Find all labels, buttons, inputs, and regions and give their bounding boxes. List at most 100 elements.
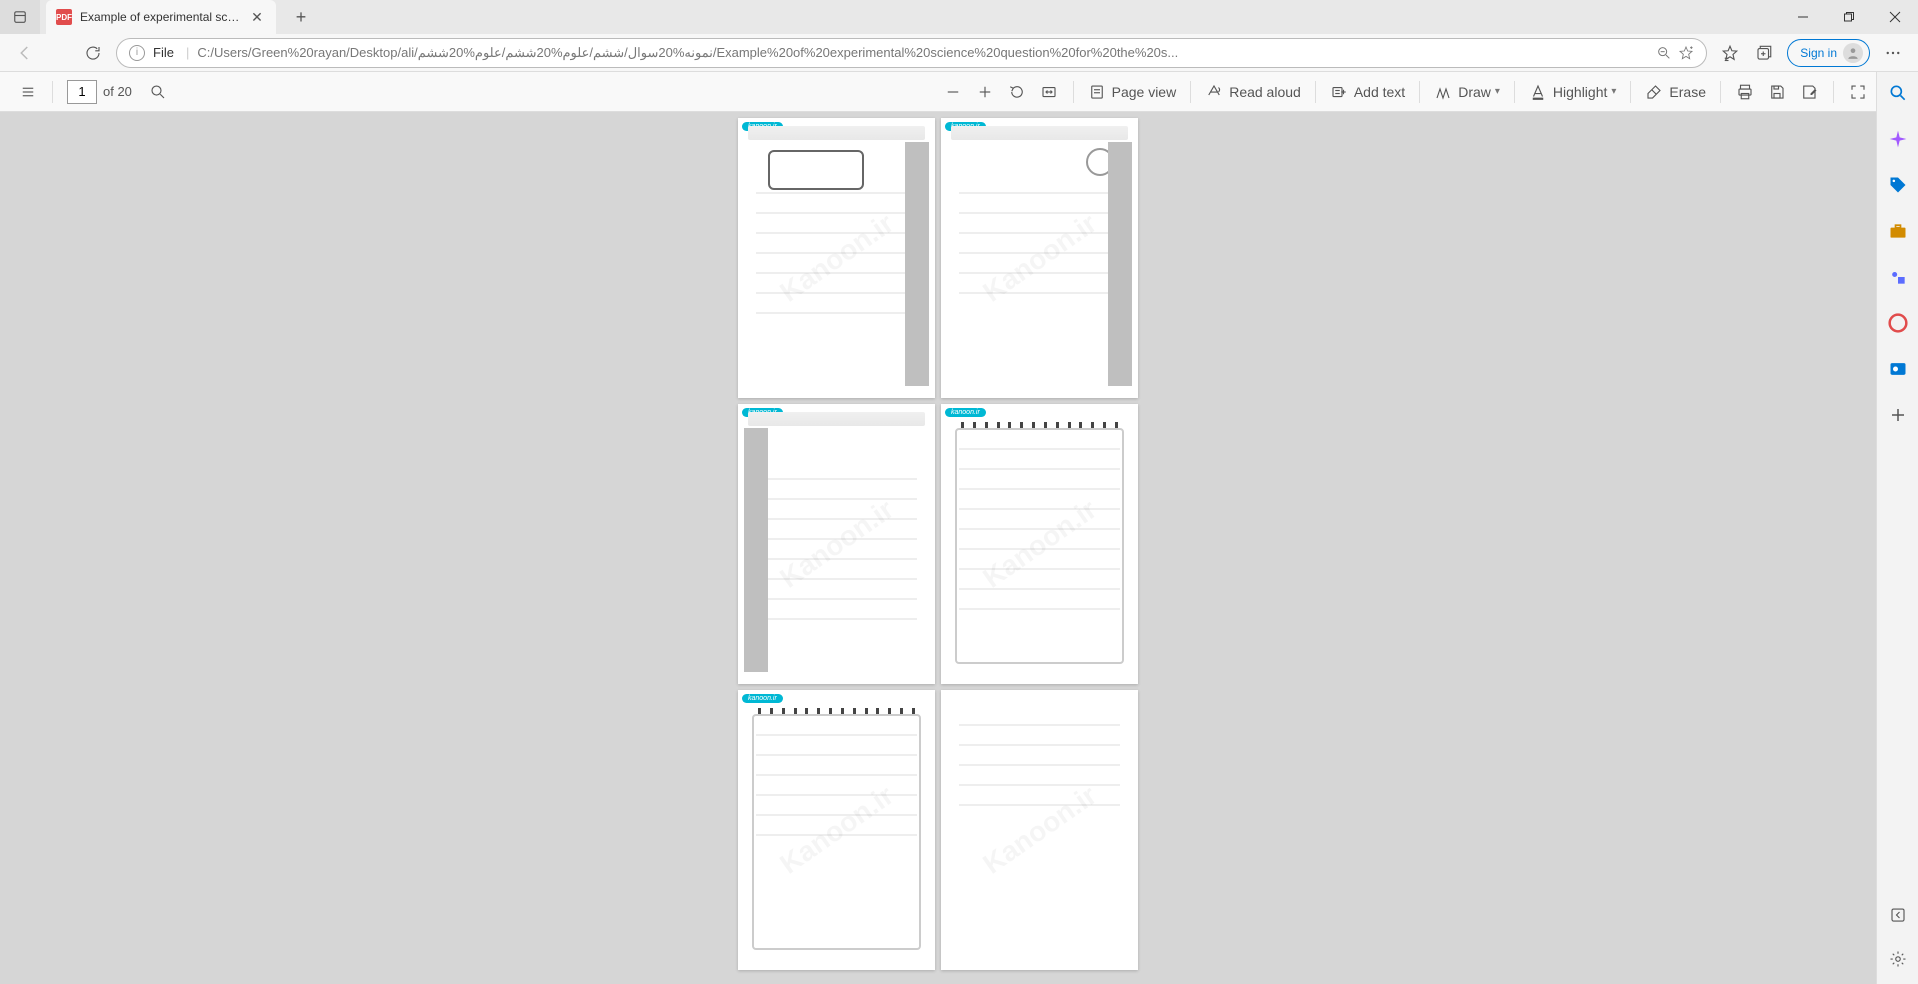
- maximize-icon: [1843, 11, 1855, 23]
- page-grid: kanoon.ir Kanoon.ir kanoon.ir Kanoon.ir …: [738, 118, 1138, 970]
- url-omnibox[interactable]: i File | C:/Users/Green%20rayan/Desktop/…: [116, 38, 1707, 68]
- pdf-toolbar: of 20 Page view Read aloud Add text Draw…: [0, 72, 1918, 112]
- chevron-down-icon[interactable]: ▾: [1495, 86, 1500, 97]
- favorite-icon[interactable]: [1678, 45, 1694, 61]
- draw-button[interactable]: Draw▾: [1428, 76, 1506, 108]
- save-as-icon: [1800, 83, 1818, 101]
- new-tab-button[interactable]: +: [286, 2, 316, 32]
- search-icon: [149, 83, 167, 101]
- separator: [1514, 81, 1515, 103]
- draw-icon: [1434, 83, 1452, 101]
- pdf-page[interactable]: kanoon.ir Kanoon.ir: [941, 118, 1138, 398]
- maximize-button[interactable]: [1826, 0, 1872, 34]
- separator: [1720, 81, 1721, 103]
- avatar-icon: [1843, 43, 1863, 63]
- highlight-button[interactable]: Highlight ▾: [1523, 76, 1623, 108]
- close-tab-button[interactable]: ✕: [248, 8, 266, 26]
- save-button[interactable]: [1761, 76, 1793, 108]
- hamburger-icon: [19, 83, 37, 101]
- signin-label: Sign in: [1800, 46, 1837, 60]
- sidebar-discover-button[interactable]: [1885, 126, 1911, 152]
- sidebar-search-button[interactable]: [1885, 80, 1911, 106]
- add-text-button[interactable]: Add text: [1324, 76, 1411, 108]
- highlight-label: Highlight: [1553, 84, 1607, 100]
- add-text-label: Add text: [1354, 84, 1405, 100]
- refresh-button[interactable]: [76, 38, 110, 68]
- plus-icon: [1889, 406, 1907, 424]
- url-path: C:/Users/Green%20rayan/Desktop/ali/نمونه…: [197, 45, 1648, 61]
- page-view-button[interactable]: Page view: [1082, 76, 1183, 108]
- sidebar-outlook-button[interactable]: [1885, 356, 1911, 382]
- separator: [1833, 81, 1834, 103]
- separator: [1419, 81, 1420, 103]
- zoom-out-button[interactable]: [937, 76, 969, 108]
- zoom-indicator-icon[interactable]: [1656, 45, 1672, 61]
- fullscreen-icon: [1849, 83, 1867, 101]
- source-badge: kanoon.ir: [742, 694, 783, 703]
- page-view-icon: [1088, 83, 1106, 101]
- pdf-page[interactable]: kanoon.ir Kanoon.ir: [738, 690, 935, 970]
- collections-icon: [1755, 44, 1773, 62]
- close-window-button[interactable]: [1872, 0, 1918, 34]
- find-button[interactable]: [142, 76, 174, 108]
- edge-sidebar: [1876, 72, 1918, 984]
- sidebar-collapse-button[interactable]: [1885, 902, 1911, 928]
- sidebar-games-button[interactable]: [1885, 264, 1911, 290]
- more-menu-button[interactable]: [1876, 38, 1910, 68]
- address-bar: i File | C:/Users/Green%20rayan/Desktop/…: [0, 34, 1918, 72]
- separator: [1630, 81, 1631, 103]
- read-aloud-label: Read aloud: [1229, 84, 1301, 100]
- zoom-in-button[interactable]: [969, 76, 1001, 108]
- office-icon: [1888, 313, 1908, 333]
- back-icon: [16, 44, 34, 62]
- collections-button[interactable]: [1747, 38, 1781, 68]
- erase-button[interactable]: Erase: [1639, 76, 1712, 108]
- minus-icon: [944, 83, 962, 101]
- sidebar-settings-button[interactable]: [1885, 946, 1911, 972]
- sidebar-office-button[interactable]: [1885, 310, 1911, 336]
- erase-label: Erase: [1669, 84, 1706, 100]
- gear-icon: [1889, 950, 1907, 968]
- info-icon[interactable]: i: [129, 45, 145, 61]
- tab-actions-button[interactable]: [0, 0, 40, 34]
- save-icon: [1768, 83, 1786, 101]
- rotate-button[interactable]: [1001, 76, 1033, 108]
- signin-button[interactable]: Sign in: [1787, 39, 1870, 67]
- titlebar: PDF Example of experimental science ✕ +: [0, 0, 1918, 34]
- print-icon: [1736, 83, 1754, 101]
- sidebar-shopping-button[interactable]: [1885, 172, 1911, 198]
- window-controls: [1780, 0, 1918, 34]
- favorites-button[interactable]: [1713, 38, 1747, 68]
- plus-icon: [976, 83, 994, 101]
- separator: [52, 81, 53, 103]
- print-button[interactable]: [1729, 76, 1761, 108]
- back-button[interactable]: [8, 38, 42, 68]
- outlook-icon: [1888, 359, 1908, 379]
- tag-icon: [1888, 175, 1908, 195]
- minimize-icon: [1797, 11, 1809, 23]
- page-view-label: Page view: [1112, 84, 1177, 100]
- chevron-down-icon[interactable]: ▾: [1611, 86, 1616, 97]
- add-text-icon: [1330, 83, 1348, 101]
- minimize-button[interactable]: [1780, 0, 1826, 34]
- separator: [1190, 81, 1191, 103]
- pdf-page[interactable]: Kanoon.ir: [941, 690, 1138, 970]
- pdf-page[interactable]: kanoon.ir Kanoon.ir: [738, 118, 935, 398]
- save-as-button[interactable]: [1793, 76, 1825, 108]
- page-number-input[interactable]: [67, 80, 97, 104]
- url-separator: |: [186, 45, 189, 60]
- fullscreen-button[interactable]: [1842, 76, 1874, 108]
- read-aloud-button[interactable]: Read aloud: [1199, 76, 1307, 108]
- active-tab[interactable]: PDF Example of experimental science ✕: [46, 0, 276, 34]
- pdf-page[interactable]: kanoon.ir Kanoon.ir: [941, 404, 1138, 684]
- separator: [1315, 81, 1316, 103]
- pdf-page[interactable]: kanoon.ir Kanoon.ir: [738, 404, 935, 684]
- separator: [1073, 81, 1074, 103]
- sidebar-tools-button[interactable]: [1885, 218, 1911, 244]
- contents-button[interactable]: [12, 76, 44, 108]
- pdf-viewport[interactable]: kanoon.ir Kanoon.ir kanoon.ir Kanoon.ir …: [0, 112, 1876, 984]
- fit-page-button[interactable]: [1033, 76, 1065, 108]
- sidebar-add-button[interactable]: [1885, 402, 1911, 428]
- search-icon: [1888, 83, 1908, 103]
- tab-title: Example of experimental science: [80, 10, 242, 24]
